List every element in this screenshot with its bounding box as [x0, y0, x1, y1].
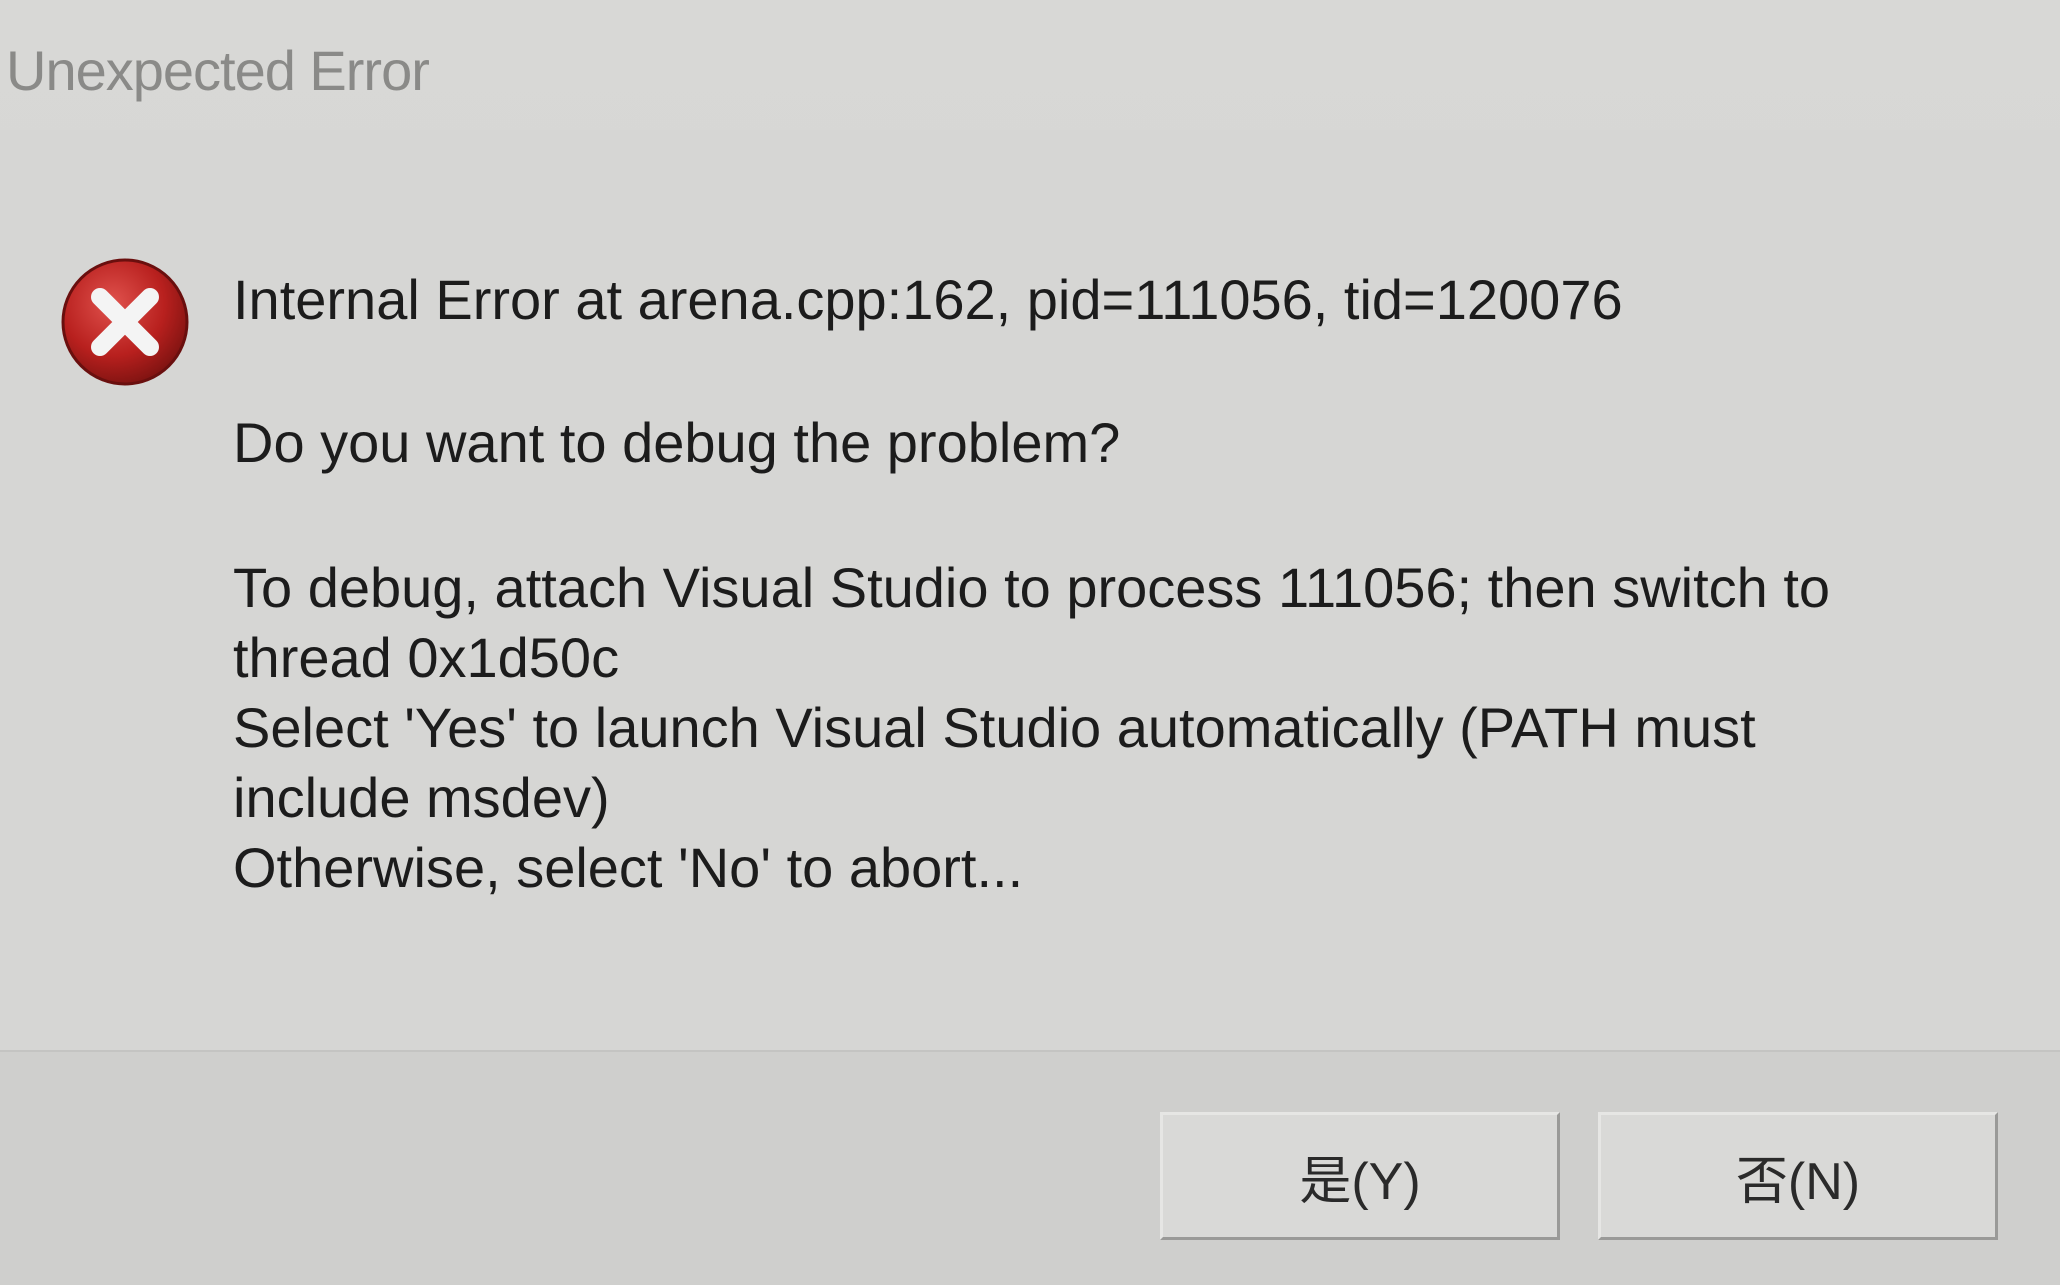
button-bar: 是(Y) 否(N): [0, 1050, 2060, 1285]
instruction-line: include msdev): [233, 766, 610, 829]
window-title: Unexpected Error: [6, 39, 430, 102]
error-headline: Internal Error at arena.cpp:162, pid=111…: [233, 268, 1623, 331]
instruction-line: Select 'Yes' to launch Visual Studio aut…: [233, 696, 1756, 759]
debug-question: Do you want to debug the problem?: [233, 411, 1121, 474]
dialog-content: Internal Error at arena.cpp:162, pid=111…: [0, 130, 2060, 1050]
instruction-line: To debug, attach Visual Studio to proces…: [233, 556, 1831, 619]
yes-button[interactable]: 是(Y): [1160, 1112, 1560, 1240]
instruction-line: Otherwise, select 'No' to abort...: [233, 836, 1024, 899]
error-dialog: Unexpected Error Internal Error at arena…: [0, 0, 2060, 1285]
title-bar[interactable]: Unexpected Error: [0, 0, 2060, 130]
instructions: To debug, attach Visual Studio to proces…: [233, 553, 1830, 903]
instruction-line: thread 0x1d50c: [233, 626, 620, 689]
no-button[interactable]: 否(N): [1598, 1112, 1998, 1240]
error-x-icon: [61, 258, 189, 386]
